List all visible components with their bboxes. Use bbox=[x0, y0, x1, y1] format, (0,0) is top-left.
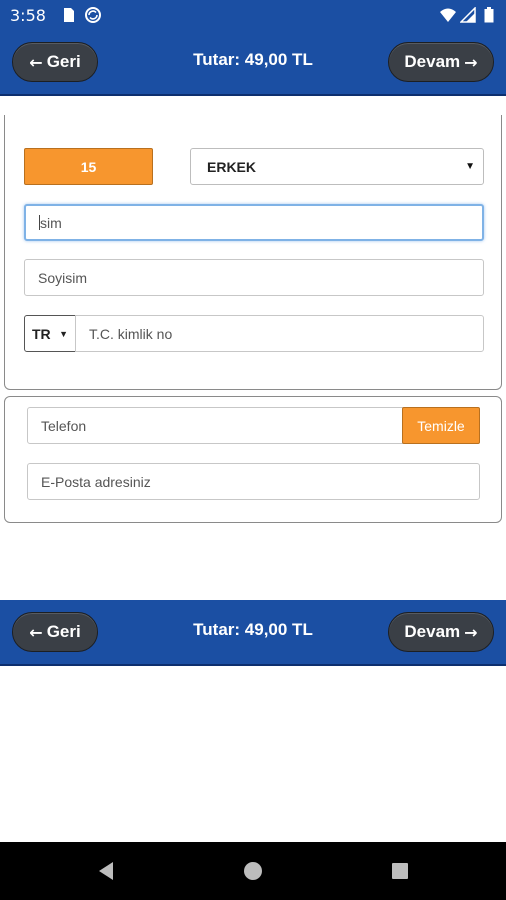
first-name-input[interactable]: sim bbox=[24, 204, 484, 241]
continue-button[interactable]: Devam → bbox=[388, 42, 494, 82]
phone-input[interactable]: Telefon bbox=[27, 407, 404, 444]
back-triangle-icon[interactable] bbox=[94, 859, 118, 883]
continue-button-label: Devam bbox=[404, 52, 461, 71]
sync-icon bbox=[85, 7, 101, 23]
phone-placeholder: Telefon bbox=[41, 417, 87, 434]
bottom-nav-bar: ← Geri Tutar: 49,00 TL Devam → bbox=[0, 600, 506, 666]
arrow-right-icon: → bbox=[464, 52, 478, 72]
email-placeholder: E-Posta adresiniz bbox=[41, 473, 151, 490]
last-name-input[interactable]: Soyisim bbox=[24, 259, 484, 296]
clear-button[interactable]: Temizle bbox=[402, 407, 480, 444]
last-name-placeholder: Soyisim bbox=[38, 269, 88, 286]
status-time: 3:58 bbox=[10, 6, 46, 25]
id-number-placeholder: T.C. kimlik no bbox=[89, 325, 173, 342]
continue-button[interactable]: Devam → bbox=[388, 612, 494, 652]
android-nav-bar bbox=[0, 842, 506, 900]
continue-button-label: Devam bbox=[404, 622, 461, 641]
dropdown-caret-icon: ▼ bbox=[59, 329, 68, 339]
gender-select[interactable]: ERKEK ▼ bbox=[190, 148, 484, 185]
signal-icon bbox=[460, 7, 476, 23]
app-screen: 3:58 ← Geri Tutar: 49,00 TL Devam → 15 E… bbox=[0, 0, 506, 900]
first-name-placeholder: sim bbox=[40, 214, 62, 231]
status-bar: 3:58 bbox=[0, 0, 506, 30]
recents-square-icon[interactable] bbox=[388, 859, 412, 883]
sd-card-icon bbox=[64, 8, 74, 22]
email-input[interactable]: E-Posta adresiniz bbox=[27, 463, 480, 500]
top-nav-bar: ← Geri Tutar: 49,00 TL Devam → bbox=[0, 30, 506, 96]
home-circle-icon[interactable] bbox=[241, 859, 265, 883]
gender-selected-value: ERKEK bbox=[207, 158, 257, 175]
nationality-select[interactable]: TR ▼ bbox=[24, 315, 76, 352]
wifi-icon bbox=[440, 8, 456, 22]
dropdown-caret-icon: ▼ bbox=[465, 161, 475, 172]
nationality-selected-value: TR bbox=[32, 325, 51, 342]
battery-icon bbox=[484, 7, 494, 23]
id-number-input[interactable]: T.C. kimlik no bbox=[75, 315, 484, 352]
arrow-right-icon: → bbox=[464, 622, 478, 642]
age-button[interactable]: 15 bbox=[24, 148, 153, 185]
